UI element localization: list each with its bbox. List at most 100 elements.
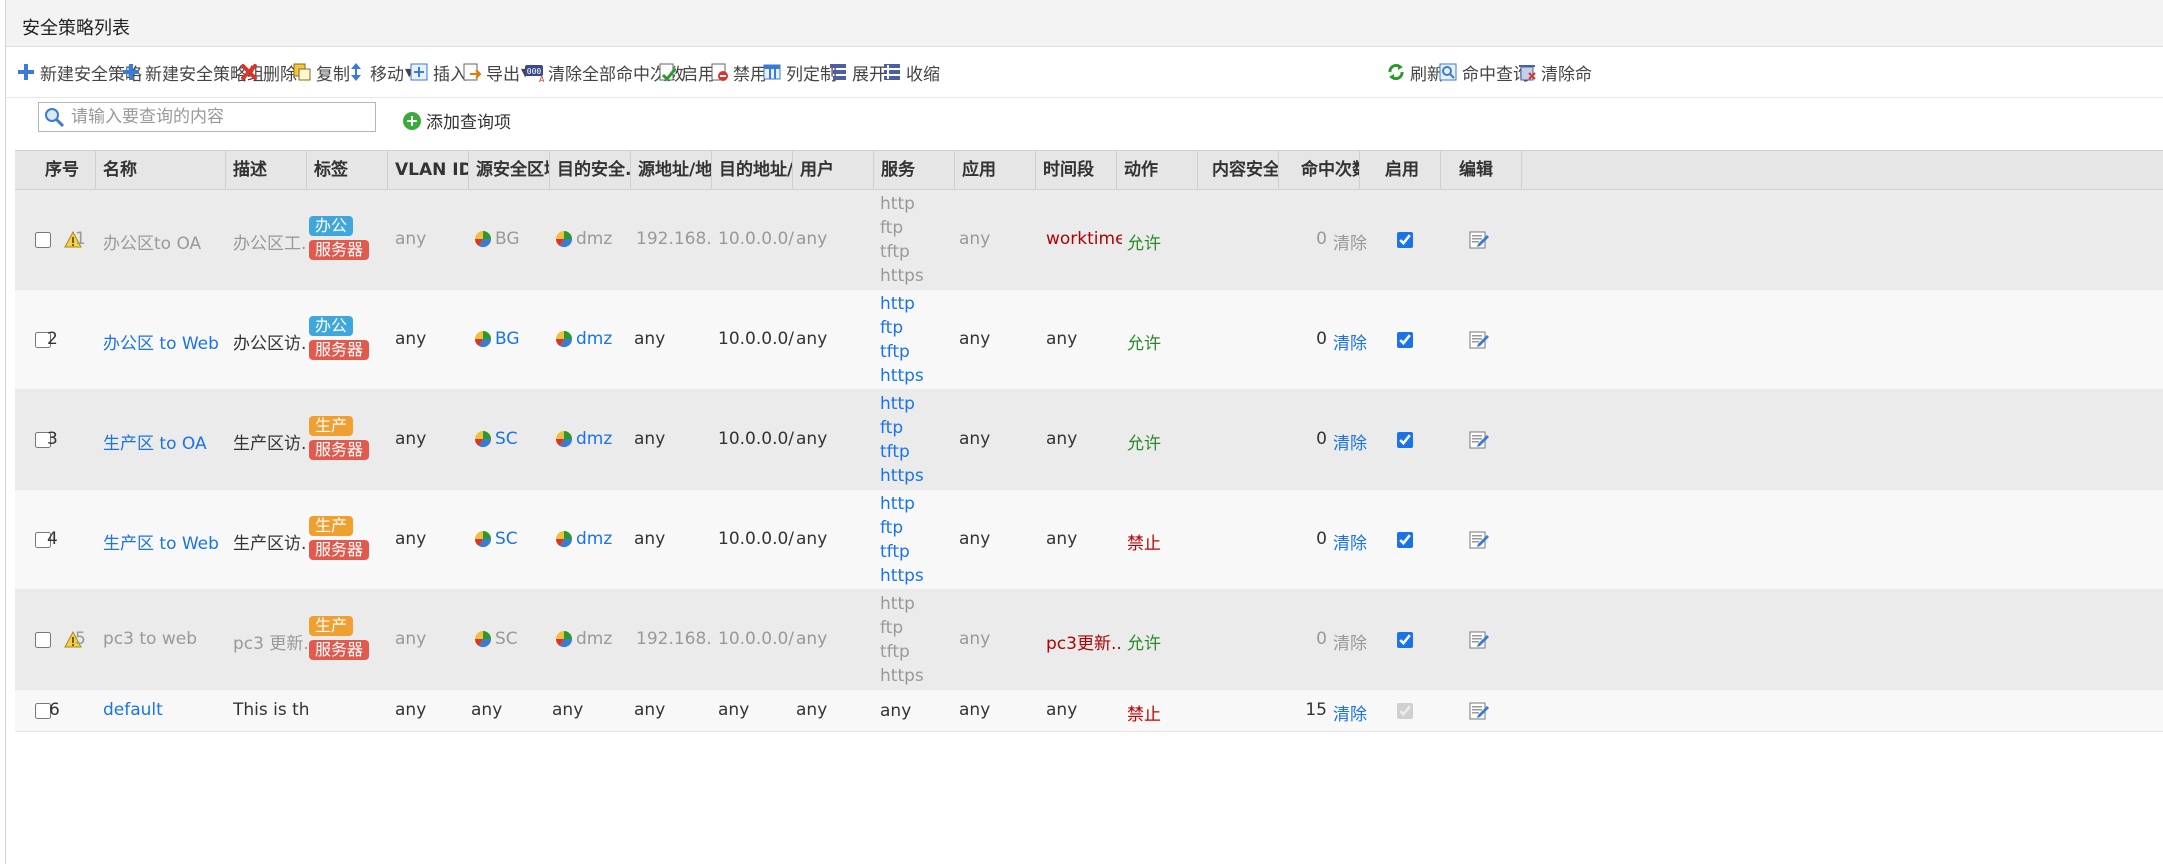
policy-name-link[interactable]: pc3 to web: [103, 629, 228, 649]
clear-hits-link[interactable]: 清除: [1333, 429, 1373, 454]
service-item[interactable]: tftp: [880, 440, 956, 464]
policy-name-link[interactable]: default: [103, 700, 228, 720]
column-header[interactable]: 编辑: [1441, 151, 1522, 189]
service-item[interactable]: ftp: [880, 416, 956, 440]
application: any: [959, 229, 991, 249]
hit-count: 0: [1316, 229, 1327, 249]
expand-button[interactable]: 展开: [828, 60, 886, 85]
enable-cell: [1397, 232, 1413, 253]
search-input[interactable]: [69, 106, 363, 128]
enable-checkbox[interactable]: [1397, 632, 1413, 648]
column-header[interactable]: 应用: [955, 151, 1036, 189]
vlan-id: any: [395, 529, 427, 549]
service-item[interactable]: https: [880, 364, 956, 388]
column-header[interactable]: 目的地址/...: [712, 151, 793, 189]
table-row[interactable]: 2办公区 to Web办公区访...办公服务器anyBGdmzany10.0.0…: [15, 290, 2163, 390]
table-row[interactable]: 1 办公区to OA办公区工...办公服务器 any BG dmz 192.168.1..…: [15, 190, 2163, 290]
column-header[interactable]: 描述: [226, 151, 307, 189]
service-item: ftp: [880, 218, 904, 238]
column-header[interactable]: VLAN ID: [388, 151, 469, 189]
move-label: 移动: [370, 64, 404, 85]
policy-name-link[interactable]: 生产区 to OA: [103, 429, 228, 454]
service-item[interactable]: tftp: [880, 540, 956, 564]
column-header[interactable]: 源安全区域: [469, 151, 550, 189]
service-item[interactable]: ftp: [880, 516, 956, 540]
copy-button[interactable]: 复制: [292, 60, 350, 85]
delete-button[interactable]: 删除: [239, 60, 297, 85]
column-header[interactable]: 动作: [1117, 151, 1198, 189]
column-header[interactable]: 源地址/地区: [631, 151, 712, 189]
edit-button[interactable]: [1467, 699, 1491, 728]
service-item: any: [880, 701, 912, 721]
copy-label: 复制: [316, 64, 350, 85]
destination-address: any: [718, 700, 750, 720]
service-item[interactable]: ftp: [880, 316, 956, 340]
enable-checkbox[interactable]: [1397, 332, 1413, 348]
add-query-item-button[interactable]: 添加查询项: [402, 108, 511, 133]
table-row[interactable]: 4生产区 to Web生产区访...生产服务器anySCdmzany10.0.0…: [15, 490, 2163, 590]
column-header[interactable]: 启用: [1360, 151, 1441, 189]
time-schedule: any: [1046, 529, 1078, 549]
service-item[interactable]: http: [880, 392, 956, 416]
row-select-checkbox[interactable]: [35, 232, 51, 248]
clear-hits-link[interactable]: 清除: [1333, 329, 1373, 354]
table-row[interactable]: 3生产区 to OA生产区访...生产服务器anySCdmzany10.0.0.…: [15, 390, 2163, 490]
service-item[interactable]: https: [880, 464, 956, 488]
edit-button[interactable]: [1467, 228, 1491, 257]
enable-checkbox[interactable]: [1397, 532, 1413, 548]
service-list: http ftp tftp https: [880, 592, 956, 688]
source-zone-label: BG: [495, 329, 520, 349]
enable-button[interactable]: 启用: [657, 60, 715, 85]
clear-hits-link[interactable]: 清除: [1333, 629, 1373, 654]
clear-hits-link[interactable]: 清除: [1333, 529, 1373, 554]
policy-name-link[interactable]: 办公区to OA: [103, 229, 228, 254]
table-row[interactable]: 5 pc3 to webpc3 更新...生产服务器 any SC dmz 192.168…: [15, 590, 2163, 690]
column-header[interactable]: 时间段: [1036, 151, 1117, 189]
destination-zone: any: [552, 700, 630, 720]
column-header[interactable]: 序号: [15, 151, 96, 189]
svg-text:A: A: [539, 75, 544, 82]
service-item[interactable]: https: [880, 564, 956, 588]
disable-button[interactable]: 禁用: [709, 60, 767, 85]
edit-button[interactable]: [1467, 528, 1491, 557]
edit-button[interactable]: [1467, 328, 1491, 357]
clear-hits-button[interactable]: 清除命: [1517, 60, 1592, 85]
row-select-checkbox[interactable]: [35, 632, 51, 648]
column-header[interactable]: 命中次数: [1279, 151, 1360, 189]
insert-button[interactable]: 插入: [409, 60, 467, 85]
clear-hits-link[interactable]: 清除: [1333, 700, 1373, 725]
source-zone: SC: [473, 429, 551, 449]
enable-checkbox[interactable]: [1397, 432, 1413, 448]
plus-icon: [18, 64, 34, 80]
clear-hits-link[interactable]: 清除: [1333, 229, 1373, 254]
service-item[interactable]: tftp: [880, 340, 956, 364]
collapse-button[interactable]: 收缩: [882, 60, 940, 85]
column-header[interactable]: 用户: [793, 151, 874, 189]
move-dropdown[interactable]: 移动 ▼: [346, 60, 413, 85]
row-number: 2: [47, 329, 58, 349]
edit-icon: [1469, 631, 1489, 649]
edit-button[interactable]: [1467, 628, 1491, 657]
enable-checkbox[interactable]: [1397, 232, 1413, 248]
policy-description: pc3 更新...: [233, 634, 308, 654]
customize-columns-button[interactable]: 列定制: [762, 60, 837, 85]
time-schedule[interactable]: pc3更新...: [1046, 629, 1122, 654]
column-header[interactable]: 服务: [874, 151, 955, 189]
column-header[interactable]: 标签: [307, 151, 388, 189]
service-item[interactable]: http: [880, 292, 956, 316]
refresh-button[interactable]: 刷新: [1386, 60, 1444, 85]
export-dropdown[interactable]: 导出▼: [462, 60, 529, 85]
tag-group: 办公 服务器: [309, 316, 389, 364]
table-row[interactable]: 6 defaultThis is th... any any any any any any a…: [15, 690, 2163, 732]
policy-name-link[interactable]: 办公区 to Web: [103, 329, 228, 354]
column-header[interactable]: 名称: [96, 151, 226, 189]
time-schedule[interactable]: worktime: [1046, 229, 1122, 249]
policy-list-panel: 安全策略列表 新建安全策略 新建安全策略组 删除 复制 移动 ▼ 插入 导出 0…: [5, 0, 2163, 864]
column-header[interactable]: 内容安全: [1198, 151, 1279, 189]
service-item[interactable]: http: [880, 492, 956, 516]
column-header[interactable]: 目的安全...: [550, 151, 631, 189]
edit-button[interactable]: [1467, 428, 1491, 457]
columns-icon: [763, 64, 781, 80]
policy-name-link[interactable]: 生产区 to Web: [103, 529, 228, 554]
service-list: http ftp tftp https: [880, 392, 956, 488]
